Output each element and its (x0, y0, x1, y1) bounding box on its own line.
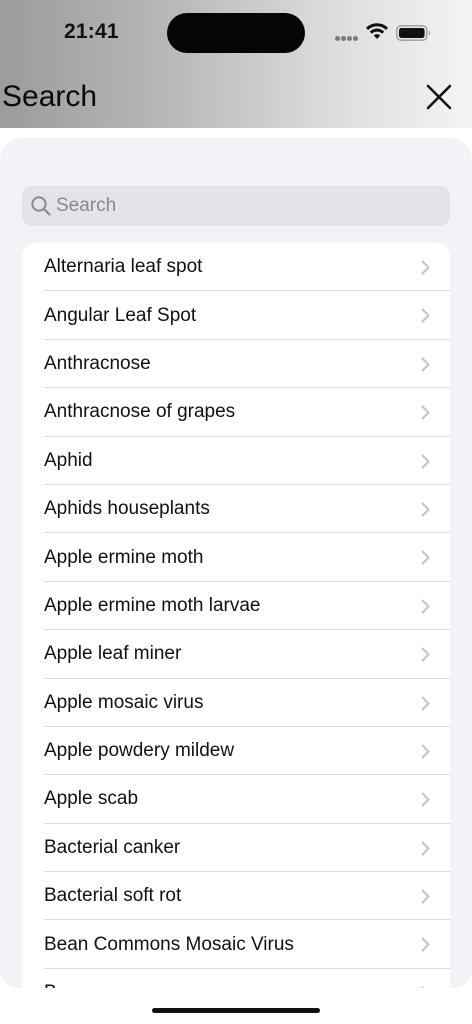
list-item-label: Aphids houseplants (44, 498, 210, 520)
chevron-right-icon (421, 792, 430, 807)
search-sheet: Alternaria leaf spot Angular Leaf Spot Ant… (0, 138, 472, 988)
chevron-right-icon (421, 647, 430, 662)
list-item-label: Alternaria leaf spot (44, 256, 203, 278)
chevron-right-icon (421, 696, 430, 711)
list-item-label: B... (44, 982, 73, 988)
list-item-label: Apple scab (44, 788, 139, 810)
list-item-label: Apple powdery mildew (44, 740, 235, 762)
list-item-label: Angular Leaf Spot (44, 304, 197, 326)
list-item[interactable]: Apple ermine moth (22, 533, 450, 583)
results-list: Alternaria leaf spot Angular Leaf Spot Ant… (22, 243, 450, 988)
chevron-right-icon (421, 550, 430, 565)
list-item-label: Aphid (44, 449, 93, 471)
list-item-label: Bacterial canker (44, 836, 181, 858)
list-item-label: Apple ermine moth larvae (44, 594, 261, 616)
list-item[interactable]: Apple powdery mildew (22, 727, 450, 776)
list-item[interactable]: Anthracnose (22, 340, 450, 389)
list-item[interactable]: B... (22, 969, 450, 988)
status-bar: 21:41 (0, 0, 472, 60)
dynamic-island (167, 13, 305, 53)
page-title: Search (2, 80, 98, 113)
screen: 21:41 Search Alternaria leaf (0, 0, 472, 1024)
search-field[interactable] (22, 186, 450, 226)
chevron-right-icon (421, 841, 430, 856)
list-item[interactable]: Apple ermine moth larvae (22, 582, 450, 631)
list-item[interactable]: Angular Leaf Spot (22, 291, 450, 341)
status-time: 21:41 (64, 20, 119, 43)
search-input[interactable] (56, 186, 436, 226)
close-button[interactable] (420, 78, 458, 116)
list-item[interactable]: Apple mosaic virus (22, 679, 450, 728)
list-item[interactable]: Aphid (22, 437, 450, 486)
list-item[interactable]: Bacterial canker (22, 824, 450, 873)
list-item[interactable]: Apple leaf miner (22, 630, 450, 679)
search-icon (31, 196, 51, 216)
chevron-right-icon (421, 599, 430, 614)
list-item[interactable]: Aphids houseplants (22, 485, 450, 534)
list-item-label: Apple mosaic virus (44, 691, 204, 713)
list-item[interactable]: Alternaria leaf spot (22, 243, 450, 292)
chevron-right-icon (421, 260, 430, 275)
list-item[interactable]: Bean Commons Mosaic Virus (22, 920, 450, 970)
chevron-right-icon (421, 454, 430, 469)
list-item[interactable]: Anthracnose of grapes (22, 388, 450, 437)
home-indicator (152, 1008, 320, 1013)
cellular-signal-icon (335, 36, 359, 41)
close-icon (426, 84, 452, 110)
wifi-icon (366, 23, 388, 39)
list-item[interactable]: Bacterial soft rot (22, 872, 450, 921)
list-item-label: Apple leaf miner (44, 643, 182, 665)
list-item-label: Anthracnose of grapes (44, 401, 236, 423)
list-item[interactable]: Apple scab (22, 775, 450, 825)
chevron-right-icon (421, 937, 430, 952)
chevron-right-icon (421, 308, 430, 323)
list-item-label: Bean Commons Mosaic Virus (44, 933, 294, 955)
chevron-right-icon (421, 889, 430, 904)
chevron-right-icon (421, 986, 425, 988)
list-item-label: Anthracnose (44, 352, 151, 374)
chevron-right-icon (421, 405, 430, 420)
list-item-label: Apple ermine moth (44, 546, 204, 568)
chevron-right-icon (421, 357, 430, 372)
chevron-right-icon (421, 502, 430, 517)
chevron-right-icon (421, 744, 430, 759)
list-item-label: Bacterial soft rot (44, 885, 182, 907)
battery-icon (396, 25, 431, 41)
